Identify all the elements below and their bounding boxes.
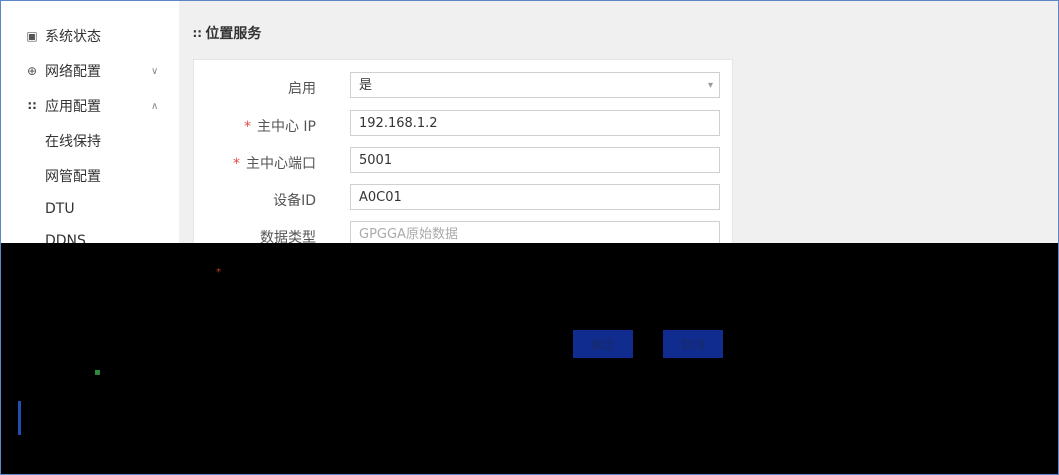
sidebar-item-label: 系统状态: [45, 29, 101, 45]
form-row-device-id: 设备ID A0C01: [194, 184, 732, 212]
sidebar-item-label: 应用配置: [45, 99, 101, 115]
globe-icon: ⊕: [26, 64, 38, 78]
settings-form: 启用 是 ▾ * 主中心 IP 192.168.1.2 * 主中心端口 5001 设…: [193, 59, 733, 271]
grid-icon: ∷: [193, 27, 202, 41]
form-row-center-port: * 主中心端口 5001: [194, 147, 732, 175]
cancel-button[interactable]: 取消: [663, 330, 723, 358]
sidebar-item-network-config[interactable]: ⊕ 网络配置 ∨: [1, 54, 179, 88]
center-ip-label: * 主中心 IP: [243, 119, 316, 135]
blackout-region: [1, 243, 1058, 474]
center-port-label: * 主中心端口: [233, 156, 316, 172]
sidebar-item-app-config[interactable]: ∷ 应用配置 ∧: [1, 89, 179, 123]
chevron-down-icon: ∨: [151, 65, 159, 77]
grid-icon: ∷: [27, 99, 37, 113]
sidebar-subitem-nms-config[interactable]: 网管配置: [45, 166, 101, 186]
sidebar-subitem-dtu[interactable]: DTU: [45, 201, 75, 217]
required-asterisk: *: [243, 119, 251, 135]
sidebar-subitem-online-keep[interactable]: 在线保持: [45, 131, 101, 151]
sidebar-item-system-status[interactable]: ▣ 系统状态: [1, 19, 179, 53]
form-row-center-ip: * 主中心 IP 192.168.1.2: [194, 110, 732, 138]
required-asterisk: *: [233, 156, 240, 172]
chevron-up-icon: ∧: [151, 100, 159, 112]
confirm-button[interactable]: 确定: [573, 330, 633, 358]
active-indicator: [18, 401, 21, 435]
center-ip-input[interactable]: 192.168.1.2: [350, 110, 720, 136]
enable-select[interactable]: 是 ▾: [350, 72, 720, 98]
glitch-mark: ▪: [94, 367, 101, 378]
page-title-text: 位置服务: [205, 26, 262, 42]
enable-select-value: 是: [359, 78, 373, 93]
device-id-label: 设备ID: [273, 193, 316, 209]
required-asterisk: *: [216, 267, 221, 278]
monitor-icon: ▣: [26, 29, 38, 43]
chevron-down-icon: ▾: [707, 80, 713, 91]
page-header: ∷ 位置服务: [179, 11, 1058, 51]
center-port-input[interactable]: 5001: [350, 147, 720, 173]
sidebar-item-label: 网络配置: [45, 64, 101, 80]
device-id-input[interactable]: A0C01: [350, 184, 720, 210]
page-title: ∷ 位置服务: [193, 23, 261, 43]
window-frame: ▣ 系统状态 ⊕ 网络配置 ∨ ∷ 应用配置 ∧ 在线保持 网管配置 DTU D…: [0, 0, 1059, 475]
enable-label: 启用: [288, 81, 316, 97]
form-row-enable: 启用 是 ▾: [194, 72, 732, 100]
